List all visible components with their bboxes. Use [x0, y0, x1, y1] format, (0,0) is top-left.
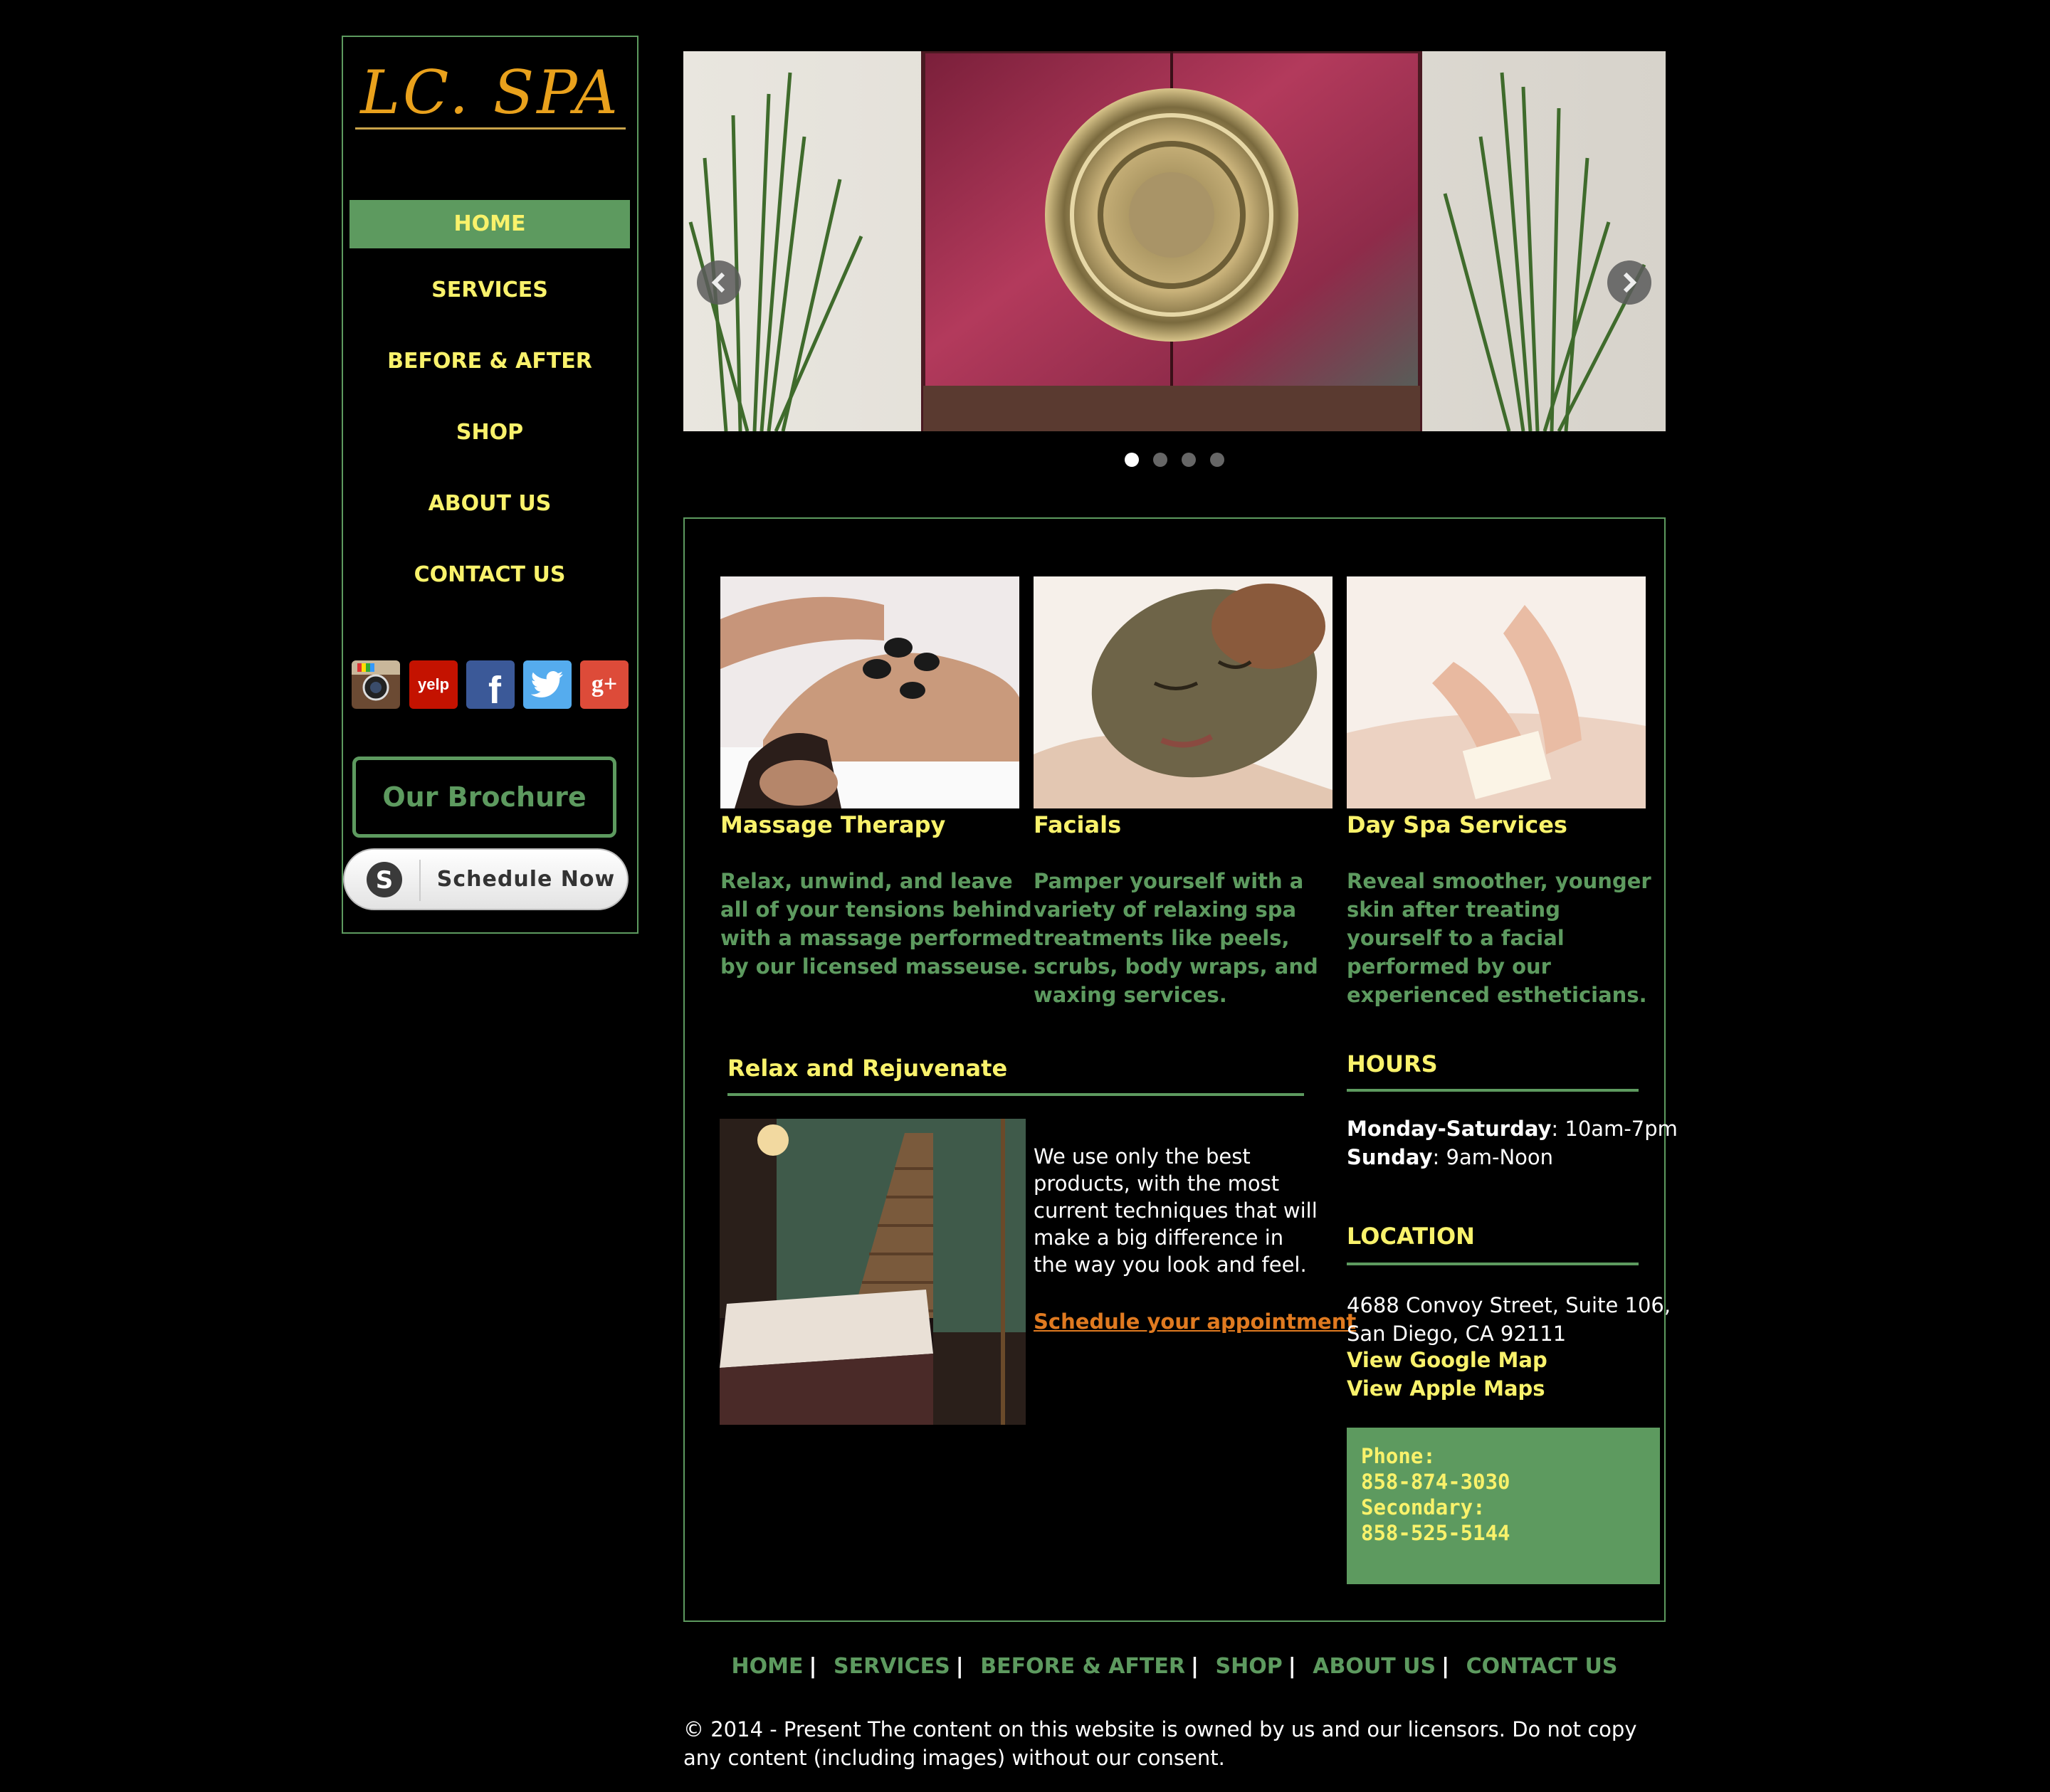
day-spa-services-image[interactable]	[1347, 576, 1646, 808]
facials-text: Pamper yourself with a variety of relaxi…	[1034, 869, 1318, 1007]
slider-dot-1[interactable]	[1125, 453, 1139, 467]
chevron-right-icon	[1623, 272, 1637, 293]
hours-sunday: Sunday: 9am-Noon	[1347, 1143, 1678, 1171]
google-plus-icon-text: g+	[591, 671, 618, 697]
nav-item-before-after[interactable]: BEFORE & AFTER	[349, 337, 630, 386]
facials-image[interactable]	[1034, 576, 1332, 808]
schedulicity-icon-letter: S	[376, 866, 394, 895]
footer-separator: |	[1441, 1654, 1450, 1679]
chevron-left-icon	[711, 272, 725, 293]
address: 4688 Convoy Street, Suite 106, San Diego…	[1347, 1291, 1671, 1348]
site-logo[interactable]: LC. SPA	[355, 57, 626, 135]
hours-weekday-value: : 10am-7pm	[1551, 1117, 1678, 1141]
footer-separator: |	[1288, 1654, 1296, 1679]
location-heading: LOCATION	[1347, 1223, 1475, 1250]
facials-title[interactable]: Facials	[1034, 811, 1121, 838]
nav-item-home[interactable]: HOME	[349, 200, 630, 248]
schedule-now-button[interactable]: S Schedule Now	[343, 848, 629, 910]
footer-link-home[interactable]: HOME	[732, 1654, 804, 1679]
massage-therapy-image[interactable]	[720, 576, 1019, 808]
schedule-divider	[419, 860, 421, 901]
footer-separator: |	[1191, 1654, 1199, 1679]
hours-rule	[1347, 1089, 1639, 1092]
yelp-icon-text: yelp	[417, 675, 450, 693]
address-line-2: San Diego, CA 92111	[1347, 1322, 1567, 1346]
hours-weekday: Monday-Saturday: 10am-7pm	[1347, 1114, 1678, 1143]
footer-link-shop[interactable]: SHOP	[1216, 1654, 1283, 1679]
logo-underline	[355, 127, 626, 130]
apple-maps-link[interactable]: View Apple Maps	[1347, 1376, 1545, 1401]
footer-separator: |	[955, 1654, 964, 1679]
massage-therapy-title[interactable]: Massage Therapy	[720, 811, 945, 838]
day-spa-services-title[interactable]: Day Spa Services	[1347, 811, 1567, 838]
google-map-link[interactable]: View Google Map	[1347, 1348, 1547, 1372]
secondary-phone-label: Secondary:	[1361, 1495, 1486, 1519]
brochure-button[interactable]: Our Brochure	[352, 757, 616, 838]
relax-section-text: We use only the best products, with the …	[1034, 1144, 1318, 1277]
nav-item-about-us[interactable]: ABOUT US	[349, 480, 630, 528]
treatment-room-image	[720, 1119, 1026, 1425]
nav-item-shop[interactable]: SHOP	[349, 409, 630, 457]
facebook-icon-text: f	[488, 669, 501, 709]
hours-sunday-label: Sunday	[1347, 1145, 1433, 1169]
footer-link-contact-us[interactable]: CONTACT US	[1466, 1654, 1618, 1679]
logo-text: LC. SPA	[360, 58, 621, 127]
nav-item-services[interactable]: SERVICES	[349, 266, 630, 315]
slider-next-button[interactable]	[1607, 260, 1651, 305]
twitter-icon[interactable]	[523, 660, 572, 709]
footer-link-before-after[interactable]: BEFORE & AFTER	[980, 1654, 1185, 1679]
footer-separator: |	[809, 1654, 817, 1679]
schedule-appointment-link[interactable]: Schedule your appointment	[1034, 1309, 1356, 1334]
hero-slide-image	[683, 51, 1666, 431]
phone-label: Phone:	[1361, 1444, 1436, 1468]
hours-heading: HOURS	[1347, 1050, 1438, 1077]
hours-list: Monday-Saturday: 10am-7pm Sunday: 9am-No…	[1347, 1114, 1678, 1171]
hours-sunday-value: : 9am-Noon	[1432, 1145, 1554, 1169]
yelp-icon[interactable]: yelp	[409, 660, 458, 709]
secondary-phone-number[interactable]: 858-525-5144	[1361, 1520, 1646, 1546]
address-line-1: 4688 Convoy Street, Suite 106,	[1347, 1293, 1671, 1317]
schedulicity-icon: S	[367, 862, 402, 897]
schedule-now-label: Schedule Now	[436, 867, 616, 892]
nav-item-contact-us[interactable]: CONTACT US	[349, 551, 630, 599]
phone-box: Phone: 858-874-3030 Secondary: 858-525-5…	[1347, 1428, 1660, 1584]
hero-slider[interactable]	[683, 51, 1666, 431]
hours-weekday-label: Monday-Saturday	[1347, 1117, 1552, 1141]
relax-section-rule	[727, 1093, 1304, 1096]
relax-section-title: Relax and Rejuvenate	[727, 1055, 1008, 1082]
massage-therapy-text: Relax, unwind, and leave all of your ten…	[720, 869, 1032, 979]
slider-prev-button[interactable]	[697, 260, 741, 305]
facebook-icon[interactable]: f	[466, 660, 515, 709]
instagram-icon[interactable]	[352, 660, 400, 709]
location-rule	[1347, 1263, 1639, 1265]
footer-link-about-us[interactable]: ABOUT US	[1313, 1654, 1436, 1679]
footer-nav: HOME | SERVICES | BEFORE & AFTER | SHOP | AB…	[683, 1654, 1666, 1679]
phone-number[interactable]: 858-874-3030	[1361, 1469, 1646, 1495]
copyright-text: © 2014 - Present The content on this web…	[683, 1717, 1637, 1770]
footer-link-services[interactable]: SERVICES	[834, 1654, 950, 1679]
slider-dot-3[interactable]	[1182, 453, 1196, 467]
slider-dot-2[interactable]	[1153, 453, 1167, 467]
day-spa-services-text: Reveal smoother, younger skin after trea…	[1347, 869, 1651, 1007]
slider-dot-4[interactable]	[1210, 453, 1224, 467]
google-plus-icon[interactable]: g+	[580, 660, 629, 709]
